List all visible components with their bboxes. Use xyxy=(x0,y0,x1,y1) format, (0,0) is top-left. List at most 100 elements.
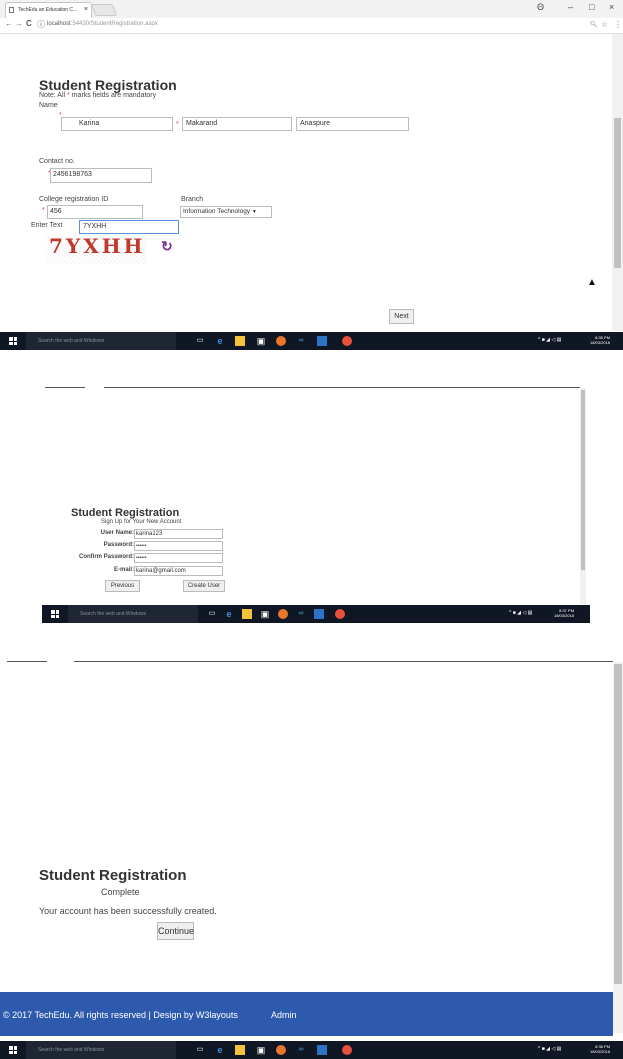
tab-title: TechEdu an Education C... xyxy=(18,7,78,13)
system-tray[interactable]: ^ ■ ◢ ◁ ▤ xyxy=(538,337,561,343)
password-field[interactable]: •••••• xyxy=(134,541,223,551)
edge-icon[interactable]: e xyxy=(215,336,225,346)
task-view-icon[interactable]: ▭ xyxy=(195,1045,205,1055)
branch-selected-value: Information Technology xyxy=(183,208,251,215)
confirm-password-field[interactable]: •••••• xyxy=(134,553,223,563)
back-button[interactable]: ← xyxy=(5,19,13,28)
edge-icon[interactable]: e xyxy=(215,1045,225,1055)
maximize-button[interactable]: □ xyxy=(589,2,594,12)
email-label: E-mail: xyxy=(113,567,134,573)
middle-name-field[interactable]: Makarand xyxy=(182,117,292,131)
branch-label: Branch xyxy=(181,196,204,203)
clock[interactable]: 8:35 PM 18/03/2018 xyxy=(590,335,610,345)
site-info-icon[interactable]: ⓘ xyxy=(37,19,45,30)
url-path: :54430/StudentRegistration.aspx xyxy=(70,21,158,27)
divider xyxy=(7,661,47,662)
new-tab-button[interactable] xyxy=(90,4,118,16)
taskbar-search[interactable]: Search the web and Windows xyxy=(26,332,176,350)
footer: © 2017 TechEdu. All rights reserved | De… xyxy=(0,992,613,1036)
url-host: localhost xyxy=(47,21,71,27)
close-window-button[interactable]: × xyxy=(609,2,614,12)
start-button[interactable] xyxy=(9,1046,17,1054)
page-title: Student Registration xyxy=(39,77,177,93)
file-explorer-icon[interactable] xyxy=(235,336,245,346)
mandatory-note: Note: All * marks fields are mandatory xyxy=(39,92,157,99)
college-id-field[interactable]: 456 xyxy=(47,205,143,219)
captcha-input[interactable]: 7YXHH xyxy=(79,220,179,234)
file-explorer-icon[interactable] xyxy=(242,609,252,619)
taskbar: Search the web and Windows ▭ e ▣ ∞ ^ ■ ◢… xyxy=(0,1041,623,1059)
firefox-icon[interactable] xyxy=(278,609,288,619)
create-user-button[interactable]: Create User xyxy=(183,580,225,592)
taskbar-search[interactable]: Search the web and Windows xyxy=(26,1041,176,1059)
chrome-icon[interactable] xyxy=(342,1045,352,1055)
continue-button[interactable]: Continue xyxy=(157,922,194,940)
contact-field[interactable]: 2456198763 xyxy=(50,168,152,183)
previous-button[interactable]: Previous xyxy=(105,580,140,592)
edge-icon[interactable]: e xyxy=(224,609,234,619)
taskbar: Search the web and Windows ▭ e ▣ ∞ ^ ■ ◢… xyxy=(42,605,590,623)
email-field[interactable]: karina@gmail.com xyxy=(134,566,223,576)
clock[interactable]: 8:38 PM 18/03/2018 xyxy=(590,1044,610,1054)
reload-button[interactable]: C xyxy=(26,19,32,28)
scrollbar-thumb[interactable] xyxy=(614,118,621,268)
minimize-button[interactable]: – xyxy=(568,2,573,12)
captcha-label: Enter Text xyxy=(31,222,63,229)
divider xyxy=(45,387,85,388)
complete-subtitle: Complete xyxy=(101,887,140,897)
url-field[interactable]: localhost:54430/StudentRegistration.aspx xyxy=(47,21,158,27)
forward-button[interactable]: → xyxy=(15,19,23,28)
visual-studio-icon[interactable]: ∞ xyxy=(296,609,306,619)
scrollbar-thumb[interactable] xyxy=(614,664,622,984)
word-icon[interactable] xyxy=(314,609,324,619)
scroll-top-icon[interactable]: ▲ xyxy=(587,277,597,288)
visual-studio-icon[interactable]: ∞ xyxy=(296,1045,306,1055)
clock[interactable]: 8:37 PM 18/03/2018 xyxy=(554,608,574,618)
username-label: User Name: xyxy=(100,530,134,536)
page-title: Student Registration xyxy=(39,867,187,884)
task-view-icon[interactable]: ▭ xyxy=(207,609,217,619)
store-icon[interactable]: ▣ xyxy=(260,609,270,619)
account-icon[interactable]: Θ xyxy=(537,2,544,12)
scrollbar-thumb[interactable] xyxy=(581,390,585,570)
firefox-icon[interactable] xyxy=(276,336,286,346)
chrome-icon[interactable] xyxy=(342,336,352,346)
task-view-icon[interactable]: ▭ xyxy=(195,336,205,346)
store-icon[interactable]: ▣ xyxy=(256,1045,266,1055)
signup-subtitle: Sign Up for Your New Account xyxy=(101,519,182,525)
first-name-field[interactable]: Karina xyxy=(61,117,173,131)
last-name-field[interactable]: Anaspure xyxy=(296,117,409,131)
refresh-captcha-icon[interactable]: ↻ xyxy=(161,238,173,255)
page-icon xyxy=(9,7,14,13)
college-id-label: College registration ID xyxy=(39,196,109,203)
contact-label: Contact no. xyxy=(39,158,75,165)
footer-copyright: © 2017 TechEdu. All rights reserved | De… xyxy=(3,1010,238,1020)
word-icon[interactable] xyxy=(317,1045,327,1055)
chrome-icon[interactable] xyxy=(335,609,345,619)
file-explorer-icon[interactable] xyxy=(235,1045,245,1055)
system-tray[interactable]: ^ ■ ◢ ◁ ▤ xyxy=(538,1046,561,1052)
firefox-icon[interactable] xyxy=(276,1045,286,1055)
admin-link[interactable]: Admin xyxy=(271,1010,297,1020)
tab-close-icon[interactable]: × xyxy=(84,3,88,17)
system-tray[interactable]: ^ ■ ◢ ◁ ▤ xyxy=(509,610,532,616)
next-button[interactable]: Next xyxy=(389,309,414,324)
confirm-password-label: Confirm Password: xyxy=(78,554,134,560)
captcha-image-text: 7YXHH xyxy=(49,234,146,258)
required-marker: * xyxy=(42,207,45,214)
taskbar-search[interactable]: Search the web and Windows xyxy=(68,605,198,623)
start-button[interactable] xyxy=(9,337,17,345)
success-message: Your account has been successfully creat… xyxy=(39,906,217,916)
word-icon[interactable] xyxy=(317,336,327,346)
store-icon[interactable]: ▣ xyxy=(256,336,266,346)
password-label: Password: xyxy=(103,542,134,548)
browser-tab[interactable]: TechEdu an Education C... × xyxy=(5,2,92,18)
zoom-icon[interactable]: 🔍︎ xyxy=(590,21,598,28)
bookmark-star-icon[interactable]: ☆ xyxy=(601,20,608,29)
browser-menu-icon[interactable]: ⋮ xyxy=(614,20,622,29)
branch-select[interactable]: Information Technology ▼ xyxy=(180,206,272,218)
username-field[interactable]: karina123 xyxy=(134,529,223,539)
required-marker: * xyxy=(176,121,179,128)
visual-studio-icon[interactable]: ∞ xyxy=(296,336,306,346)
start-button[interactable] xyxy=(51,610,59,618)
